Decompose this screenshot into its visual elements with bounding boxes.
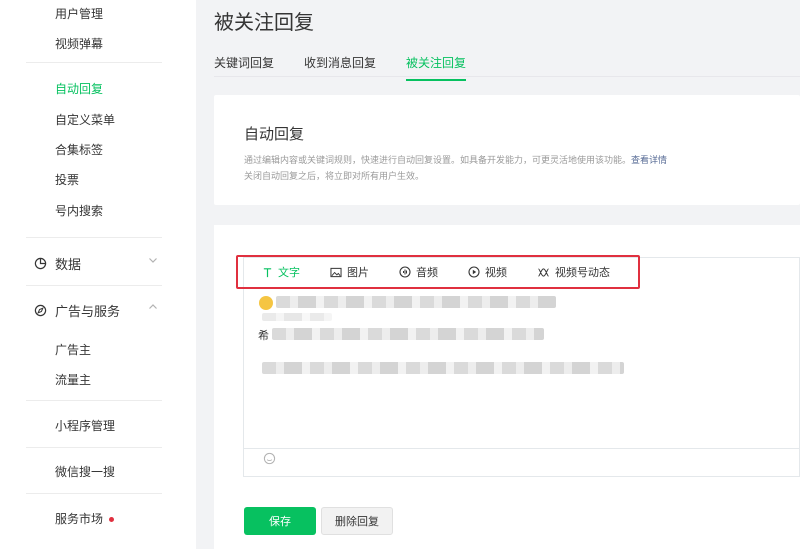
- sidebar-divider: [26, 400, 162, 401]
- notification-dot: [109, 517, 115, 522]
- view-details-link[interactable]: 查看详情: [631, 156, 667, 166]
- channels-icon: [538, 267, 549, 277]
- sidebar-item-user-management[interactable]: 用户管理: [55, 5, 103, 22]
- sidebar-item-collection-tags[interactable]: 合集标签: [55, 141, 103, 158]
- toolbar-text[interactable]: 文字: [262, 264, 300, 280]
- blurred-content-line: [272, 328, 544, 340]
- content-line-prefix: 希: [258, 329, 269, 342]
- sidebar-item-label: 服务市场: [55, 512, 104, 526]
- toolbar-label: 视频: [485, 266, 507, 279]
- sidebar-item-wechat-search[interactable]: 微信搜一搜: [55, 463, 115, 480]
- sidebar-item-service-market[interactable]: 服务市场: [55, 510, 115, 527]
- sidebar-divider: [26, 62, 162, 63]
- blurred-content-line: [262, 362, 624, 374]
- audio-icon: [399, 266, 411, 278]
- sidebar: 用户管理 视频弹幕 自动回复 自定义菜单 合集标签 投票 号内搜索 数据 广告与…: [0, 0, 196, 549]
- text-icon: [263, 267, 272, 277]
- toolbar-label: 图片: [347, 266, 369, 279]
- sidebar-item-publisher[interactable]: 流量主: [55, 371, 91, 388]
- sidebar-divider: [26, 493, 162, 494]
- auto-reply-note: 关闭自动回复之后，将立即对所有用户生效。: [244, 172, 425, 182]
- toolbar-label: 音频: [416, 266, 438, 279]
- sidebar-item-miniprogram[interactable]: 小程序管理: [55, 417, 115, 434]
- toolbar-channels[interactable]: 视频号动态: [537, 264, 610, 280]
- description-text: 通过编辑内容或关键词规则，快速进行自动回复设置。如具备开发能力，可更灵活地使用该…: [244, 156, 632, 166]
- toolbar-label: 视频号动态: [555, 266, 610, 279]
- sidebar-item-in-account-search[interactable]: 号内搜索: [55, 202, 103, 219]
- editor-footer-divider: [243, 448, 800, 449]
- sidebar-group-label: 广告与服务: [55, 305, 121, 320]
- delete-reply-button[interactable]: 删除回复: [321, 507, 393, 535]
- image-icon: [330, 267, 342, 277]
- pie-chart-icon: [34, 257, 47, 270]
- sidebar-group-ads[interactable]: 广告与服务: [34, 301, 164, 320]
- blurred-content-line: [276, 296, 556, 308]
- toolbar-audio[interactable]: 音频: [399, 264, 438, 280]
- chevron-down-icon: [149, 258, 157, 263]
- compass-icon: [34, 304, 47, 317]
- toolbar-image[interactable]: 图片: [330, 264, 369, 280]
- smiley-emoji-icon: [259, 296, 273, 310]
- auto-reply-heading: 自动回复: [244, 125, 305, 143]
- sidebar-divider: [26, 447, 162, 448]
- video-icon: [468, 266, 480, 278]
- toolbar-video[interactable]: 视频: [468, 264, 507, 280]
- sidebar-item-custom-menu[interactable]: 自定义菜单: [55, 111, 115, 128]
- tab-underline-divider: [214, 76, 800, 77]
- page-title: 被关注回复: [214, 10, 314, 34]
- sidebar-item-video-danmaku[interactable]: 视频弹幕: [55, 35, 103, 52]
- save-button[interactable]: 保存: [244, 507, 316, 535]
- auto-reply-card: 自动回复 通过编辑内容或关键词规则，快速进行自动回复设置。如具备开发能力，可更灵…: [214, 95, 800, 205]
- sidebar-item-vote[interactable]: 投票: [55, 171, 79, 188]
- toolbar-label: 文字: [278, 266, 300, 279]
- sidebar-item-advertiser[interactable]: 广告主: [55, 341, 91, 358]
- chevron-up-icon: [149, 304, 157, 309]
- sidebar-divider: [26, 285, 162, 286]
- sidebar-item-auto-reply[interactable]: 自动回复: [55, 80, 103, 97]
- sidebar-group-data[interactable]: 数据: [34, 254, 164, 273]
- emoji-icon[interactable]: [263, 452, 276, 465]
- auto-reply-description: 通过编辑内容或关键词规则，快速进行自动回复设置。如具备开发能力，可更灵活地使用该…: [244, 153, 667, 166]
- blurred-content-line: [262, 313, 332, 321]
- media-type-toolbar: 文字 图片 音频 视频 视频号动态: [236, 255, 640, 289]
- sidebar-group-label: 数据: [55, 258, 82, 273]
- sidebar-divider: [26, 237, 162, 238]
